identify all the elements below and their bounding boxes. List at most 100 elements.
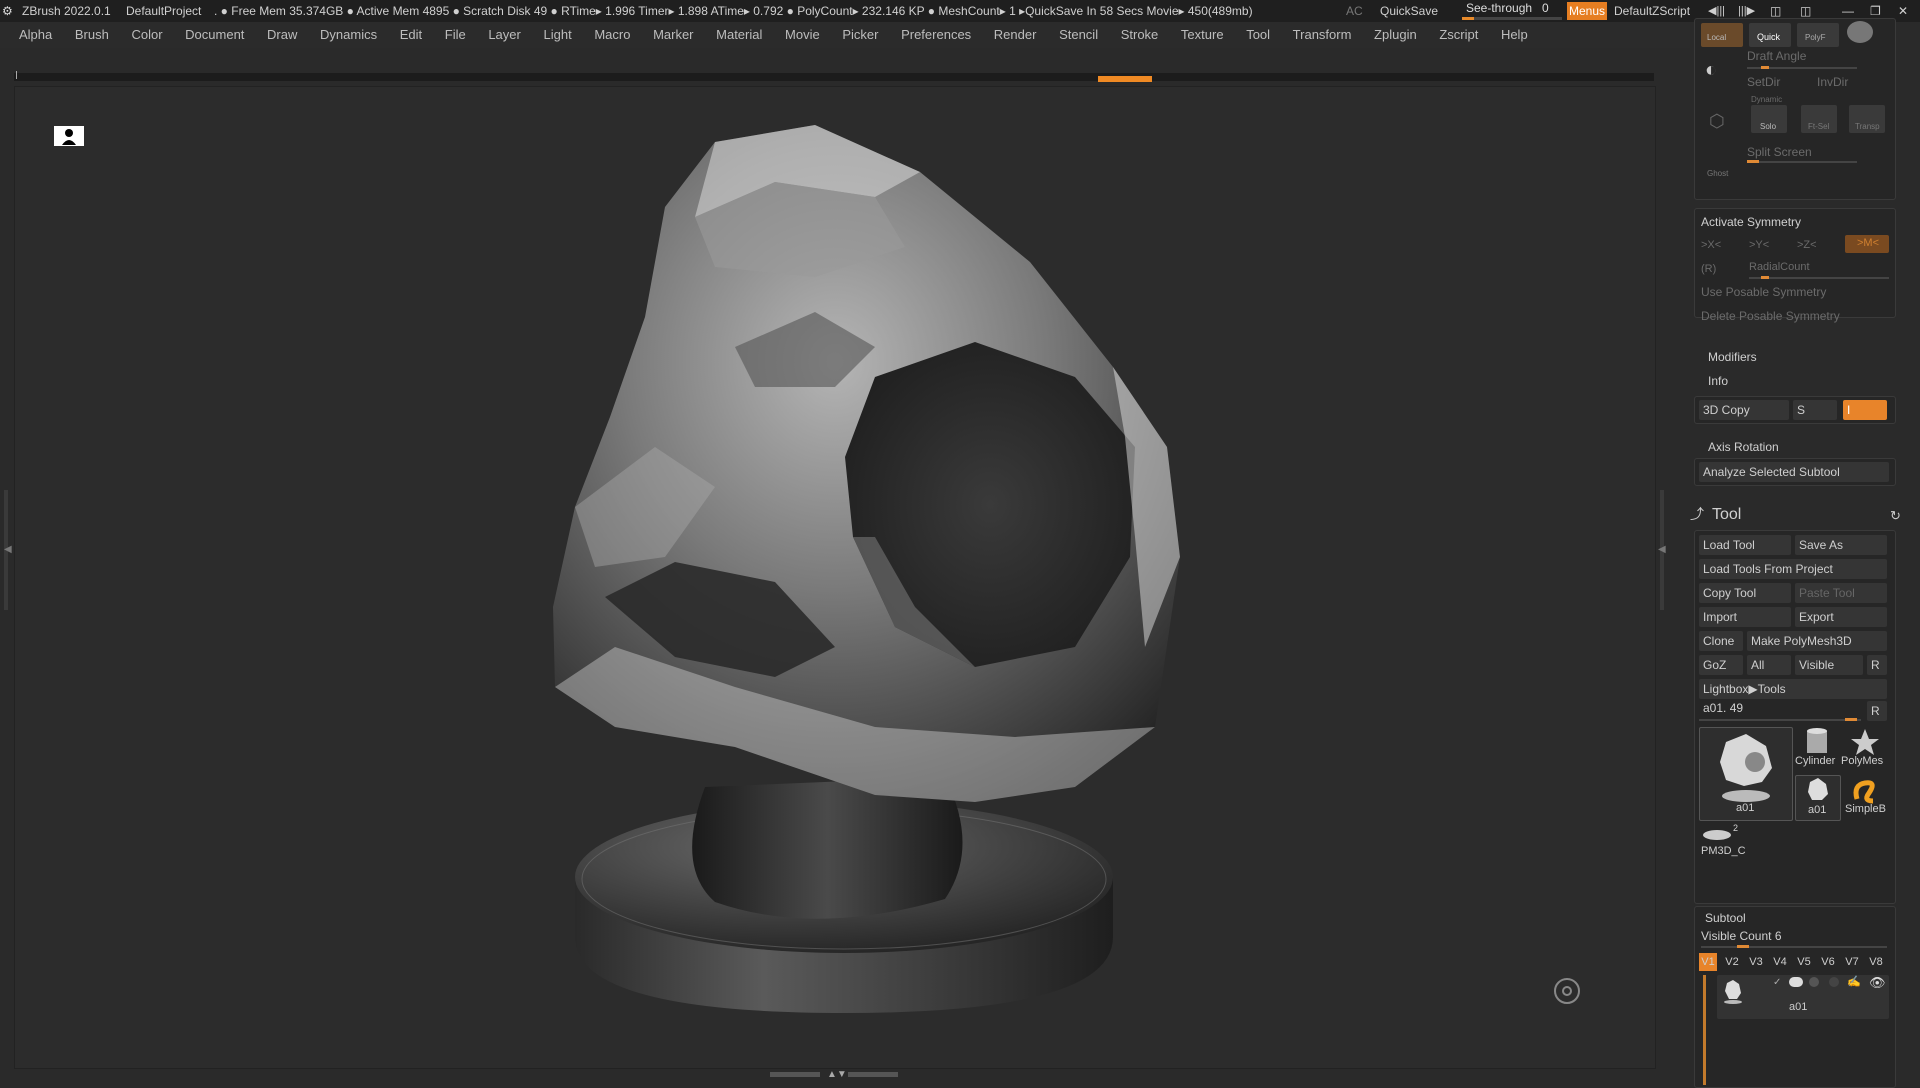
visible-count-slider[interactable] (1701, 946, 1887, 948)
paste-tool-button[interactable]: Paste Tool (1795, 583, 1887, 603)
make-polymesh3d-button[interactable]: Make PolyMesh3D (1747, 631, 1887, 651)
export-button[interactable]: Export (1795, 607, 1887, 627)
menu-texture[interactable]: Texture (1181, 27, 1224, 42)
subtool-material-icon[interactable] (1829, 977, 1839, 987)
default-zscript-button[interactable]: DefaultZScript (1614, 0, 1690, 22)
subtool-tab-v1[interactable]: V1 (1699, 953, 1717, 971)
subtool-tab-v6[interactable]: V6 (1819, 953, 1837, 971)
current-tool-handle[interactable] (1845, 718, 1857, 721)
menu-marker[interactable]: Marker (653, 27, 693, 42)
goz-all-button[interactable]: All (1747, 655, 1791, 675)
tool-pin-icon[interactable]: ⤴ (1690, 504, 1704, 524)
load-tools-from-project-button[interactable]: Load Tools From Project (1699, 559, 1887, 579)
timeline-marker[interactable] (1098, 76, 1152, 82)
subtool-sphere-icon[interactable] (1809, 977, 1819, 987)
axis-rotation-header[interactable]: Axis Rotation (1708, 440, 1779, 454)
subtool-eye-icon[interactable]: 👁 (1869, 975, 1886, 991)
tool-thumb-cylinder[interactable]: Cylinder (1795, 727, 1839, 771)
delete-posable-symmetry-button[interactable]: Delete Posable Symmetry (1701, 309, 1840, 323)
tool-thumb-a01-small[interactable]: a01 (1795, 775, 1841, 821)
menu-movie[interactable]: Movie (785, 27, 820, 42)
bottom-tray-arrow-icon[interactable]: ▲▼ (827, 1069, 847, 1080)
menu-color[interactable]: Color (131, 27, 162, 42)
symmetry-y-button[interactable]: >Y< (1749, 239, 1769, 251)
ghost-button[interactable]: Ghost (1705, 151, 1735, 181)
goz-button[interactable]: GoZ (1699, 655, 1743, 675)
menus-button[interactable]: Menus (1567, 2, 1607, 20)
menu-draw[interactable]: Draw (267, 27, 297, 42)
bottom-tray-handle[interactable]: ▲▼ (770, 1069, 900, 1080)
modifiers-header[interactable]: Modifiers (1708, 350, 1757, 364)
perspective-figure-icon[interactable] (54, 126, 84, 146)
polyf-button[interactable]: PolyF (1797, 23, 1839, 47)
clone-button[interactable]: Clone (1699, 631, 1743, 651)
copy-tool-button[interactable]: Copy Tool (1699, 583, 1791, 603)
ftsel-button[interactable]: Ft-Sel (1801, 105, 1837, 133)
split-screen-slider[interactable] (1747, 161, 1857, 163)
menu-layer[interactable]: Layer (488, 27, 521, 42)
right-tray-arrow-icon[interactable]: ◀ (1658, 544, 1666, 555)
symmetry-z-button[interactable]: >Z< (1797, 239, 1817, 251)
material-sphere-icon[interactable] (1847, 21, 1873, 43)
save-as-button[interactable]: Save As (1795, 535, 1887, 555)
menu-zscript[interactable]: Zscript (1439, 27, 1478, 42)
load-tool-button[interactable]: Load Tool (1699, 535, 1791, 555)
menu-file[interactable]: File (445, 27, 466, 42)
visible-count-handle[interactable] (1737, 945, 1749, 948)
symmetry-m-button[interactable]: >M< (1845, 235, 1889, 253)
radial-count-slider[interactable] (1749, 277, 1889, 279)
subtool-tab-v5[interactable]: V5 (1795, 953, 1813, 971)
see-through-slider[interactable]: See-through 0 (1462, 0, 1562, 22)
subtool-polypaint-icon[interactable] (1789, 977, 1803, 987)
current-tool-slider[interactable] (1699, 719, 1861, 721)
ac-toggle[interactable]: AC (1346, 0, 1363, 22)
sculpt-model[interactable] (15, 87, 1655, 1068)
transparent-cube-icon[interactable]: ⬡ (1709, 111, 1731, 131)
close-icon[interactable]: ✕ (1898, 0, 1908, 22)
lightbox-tools-button[interactable]: Lightbox▶Tools (1699, 679, 1887, 699)
subtool-tab-v8[interactable]: V8 (1867, 953, 1885, 971)
invdir-button[interactable]: InvDir (1817, 75, 1848, 89)
subtool-header[interactable]: Subtool (1705, 911, 1746, 925)
info-header[interactable]: Info (1708, 374, 1728, 388)
tool-thumb-simplebrush[interactable]: SimpleB (1843, 775, 1887, 819)
subtool-item[interactable]: ✓ ✍ 👁 a01 (1717, 975, 1889, 1019)
analyze-selected-subtool-button[interactable]: Analyze Selected Subtool (1699, 462, 1889, 482)
3d-copy-button[interactable]: 3D Copy (1699, 400, 1789, 420)
split-screen-handle[interactable] (1747, 160, 1759, 163)
menu-help[interactable]: Help (1501, 27, 1528, 42)
menu-alpha[interactable]: Alpha (19, 27, 52, 42)
subtool-tab-v3[interactable]: V3 (1747, 953, 1765, 971)
subtool-scrollbar[interactable] (1703, 975, 1706, 1085)
transp-button[interactable]: Transp (1849, 105, 1885, 133)
subtool-link-icon[interactable]: ✍ (1847, 975, 1861, 988)
tool-thumb-a01-large[interactable]: a01 (1699, 727, 1793, 821)
subtool-tab-v7[interactable]: V7 (1843, 953, 1861, 971)
refresh-icon[interactable]: ↻ (1890, 508, 1901, 524)
menu-brush[interactable]: Brush (75, 27, 109, 42)
canvas-viewport[interactable] (14, 86, 1656, 1069)
menu-stroke[interactable]: Stroke (1121, 27, 1159, 42)
left-tray-arrow-icon[interactable]: ◀ (4, 544, 12, 555)
import-button[interactable]: Import (1699, 607, 1791, 627)
menu-stencil[interactable]: Stencil (1059, 27, 1098, 42)
tool-palette-title[interactable]: Tool (1712, 506, 1741, 524)
menu-macro[interactable]: Macro (594, 27, 630, 42)
solo-button[interactable]: Solo (1751, 105, 1787, 133)
current-tool-r-button[interactable]: R (1867, 701, 1887, 721)
tool-thumb-pm3d[interactable]: 2 PM3D_C (1699, 823, 1746, 863)
copy3d-value-field[interactable]: I (1843, 400, 1887, 420)
menu-edit[interactable]: Edit (400, 27, 422, 42)
timeline-track[interactable] (14, 71, 1654, 82)
menu-zplugin[interactable]: Zplugin (1374, 27, 1417, 42)
subtool-tab-v2[interactable]: V2 (1723, 953, 1741, 971)
goz-visible-button[interactable]: Visible (1795, 655, 1863, 675)
menu-material[interactable]: Material (716, 27, 762, 42)
use-posable-symmetry-button[interactable]: Use Posable Symmetry (1701, 285, 1826, 299)
local-button[interactable]: Local (1701, 23, 1743, 47)
quick-button[interactable]: Quick (1749, 23, 1791, 47)
setdir-button[interactable]: SetDir (1747, 75, 1780, 89)
menu-picker[interactable]: Picker (842, 27, 878, 42)
symmetry-x-button[interactable]: >X< (1701, 239, 1721, 251)
draft-analysis-icon[interactable]: ◐ (1705, 59, 1735, 83)
